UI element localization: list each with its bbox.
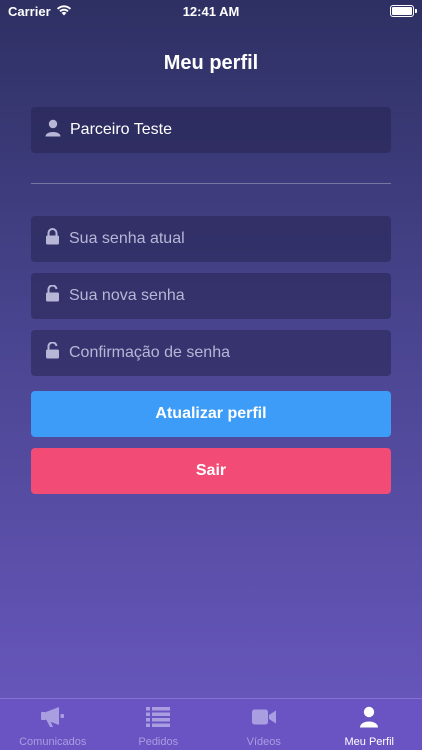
current-password-field[interactable]: [31, 216, 391, 262]
page-title: Meu perfil: [163, 52, 259, 74]
divider: [31, 183, 391, 184]
tab-label: Vídeos: [246, 736, 281, 748]
new-password-input[interactable]: [69, 287, 369, 305]
tab-pedidos[interactable]: Pedidos: [106, 699, 212, 750]
video-camera-icon: [251, 706, 277, 733]
battery-level: [392, 7, 412, 15]
tab-label: Meu Perfil: [344, 736, 395, 748]
logout-button[interactable]: Sair: [31, 448, 391, 494]
current-password-input[interactable]: [69, 230, 369, 248]
new-password-field[interactable]: [31, 273, 391, 319]
tab-label: Comunicados: [19, 736, 87, 748]
battery-icon: [390, 5, 417, 17]
confirm-password-field[interactable]: [31, 330, 391, 376]
tab-meu-perfil[interactable]: Meu Perfil: [317, 699, 422, 750]
tab-bar: Comunicados Pedidos Vídeos Meu Perfil: [0, 698, 422, 750]
status-left: Carrier: [8, 4, 72, 19]
lock-icon: [45, 228, 60, 250]
megaphone-icon: [40, 706, 66, 733]
status-bar: Carrier 12:41 AM: [0, 0, 422, 22]
wifi-icon: [56, 4, 72, 19]
tab-videos[interactable]: Vídeos: [211, 699, 317, 750]
list-icon: [145, 706, 171, 733]
update-profile-button[interactable]: Atualizar perfil: [31, 391, 391, 437]
unlock-icon: [45, 284, 60, 307]
name-input[interactable]: [70, 121, 370, 139]
carrier-label: Carrier: [8, 3, 51, 19]
tab-comunicados[interactable]: Comunicados: [0, 699, 106, 750]
user-icon: [45, 119, 61, 142]
confirm-password-input[interactable]: [69, 344, 369, 362]
name-field[interactable]: [31, 107, 391, 153]
tab-label: Pedidos: [138, 736, 179, 748]
unlock-icon: [45, 341, 60, 364]
user-icon: [356, 706, 382, 733]
